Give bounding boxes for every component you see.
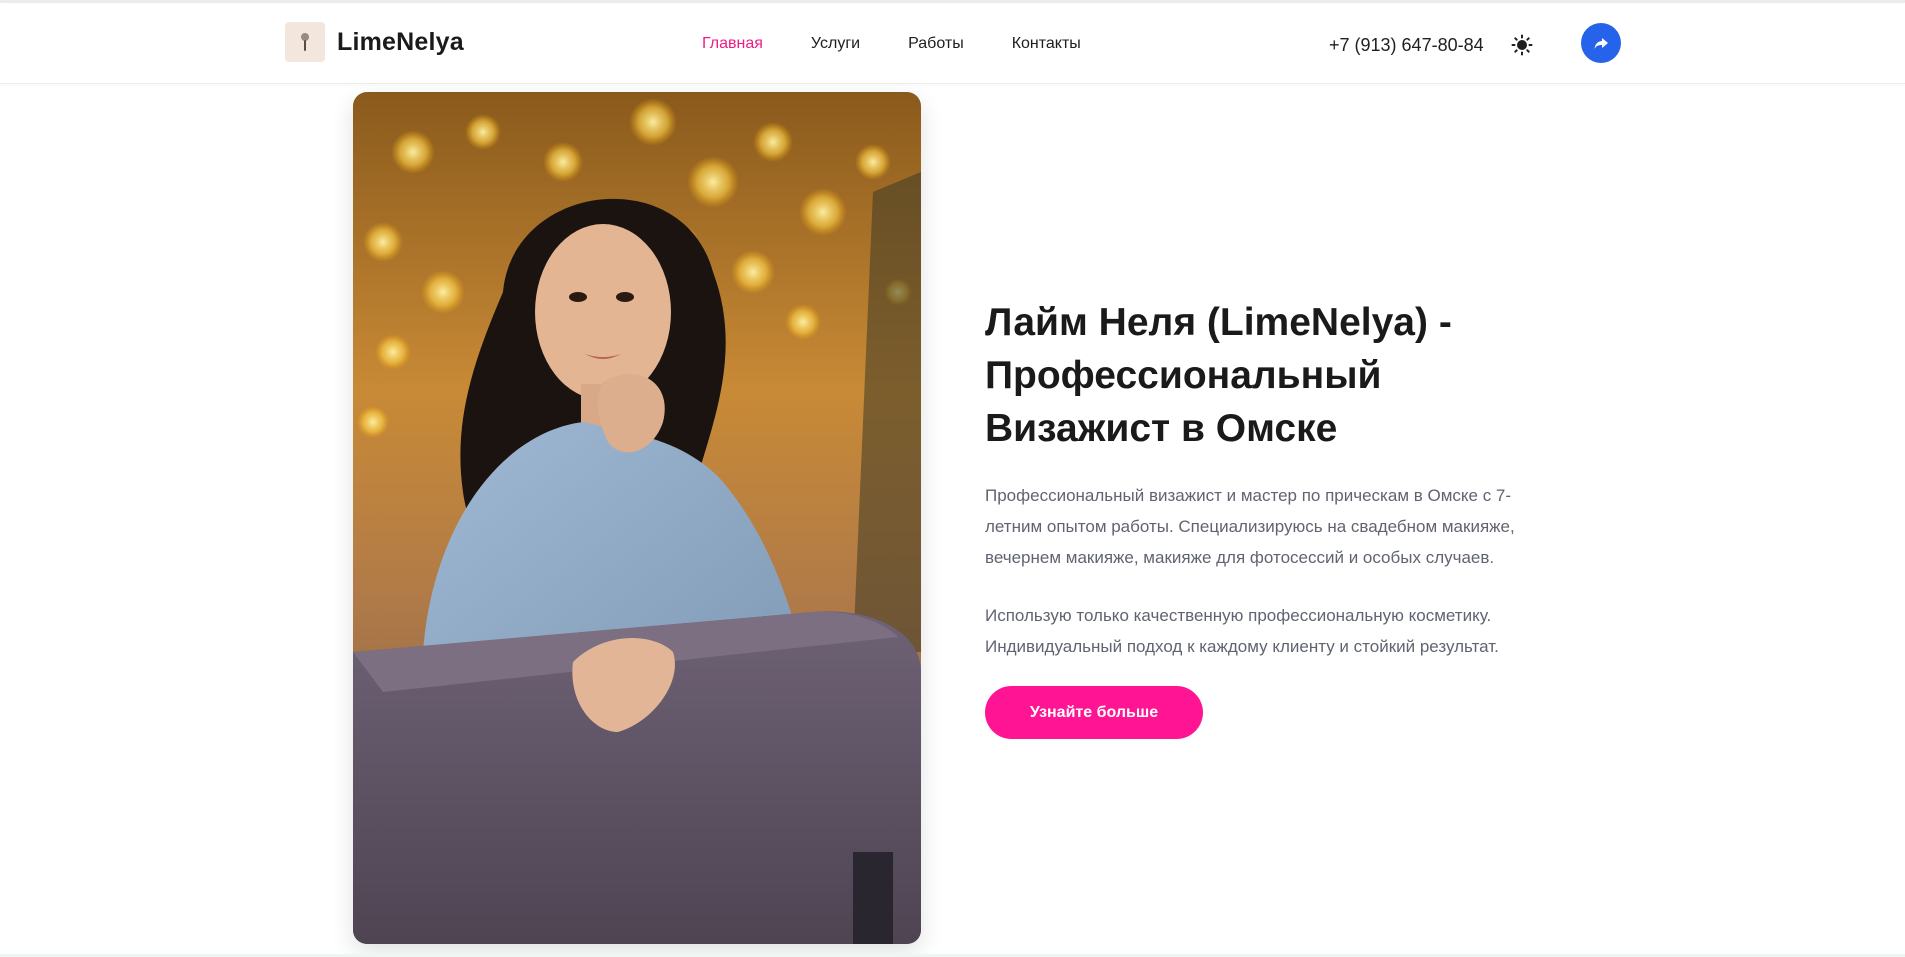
description-line: вечернем макияже, макияже для фотосессий… [985,548,1495,567]
brand-name: LimeNelya [337,27,464,56]
description-line: Индивидуальный подход к каждому клиенту … [985,637,1499,656]
nav-item-home[interactable]: Главная [702,33,763,55]
nav-item-works[interactable]: Работы [908,33,964,55]
hero-title-line: Профессиональный [985,354,1382,397]
hero-title-line: Визажист в Омске [985,407,1338,450]
nav-item-services[interactable]: Услуги [811,33,860,55]
hero-title: Лайм Неля (LimeNelya) - Профессиональный… [985,296,1505,455]
theme-toggle-button[interactable] [1511,34,1533,56]
learn-more-button[interactable]: Узнайте больше [985,686,1203,739]
logo-link[interactable]: LimeNelya [285,22,464,62]
share-arrow-icon [1594,38,1608,49]
hero-title-line: Лайм Неля (LimeNelya) - [985,301,1452,344]
portrait-photo [353,92,921,944]
description-line: Профессиональный визажист и мастер по пр… [985,486,1512,505]
site-header: LimeNelya Главная Услуги Работы Контакты… [0,3,1905,84]
hero-description: Профессиональный визажист и мастер по пр… [985,480,1545,573]
description-line: Использую только качественную профессион… [985,606,1492,625]
main-nav: Главная Услуги Работы Контакты [702,33,1129,55]
hero-description-secondary: Использую только качественную профессион… [985,600,1545,662]
description-line: летним опытом работы. Специализируюсь на… [985,517,1515,536]
makeup-brush-icon [285,22,325,62]
sun-icon [1511,34,1533,56]
share-button[interactable] [1581,23,1621,63]
phone-link[interactable]: +7 (913) 647-80-84 [1329,34,1484,56]
nav-item-contacts[interactable]: Контакты [1012,33,1081,55]
